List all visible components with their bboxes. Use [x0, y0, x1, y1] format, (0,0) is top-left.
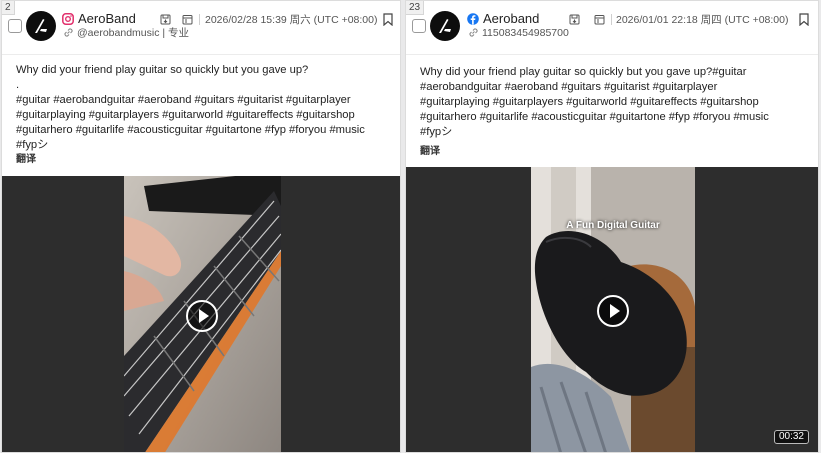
save-icon[interactable] — [160, 14, 171, 25]
bookmark-icon[interactable] — [383, 13, 393, 26]
video-preview[interactable]: A Fun Digital Guitar 00:32 — [406, 167, 818, 452]
post-card: 2 AeroBand @aerobandmusic | 专业 2026/02/2… — [1, 0, 401, 453]
play-button[interactable] — [186, 300, 218, 332]
account-handle: @aerobandmusic | 专业 — [77, 27, 190, 39]
post-text: Why did your friend play guitar so quick… — [420, 66, 769, 138]
translate-link[interactable]: 翻译 — [16, 154, 36, 166]
calendar-icon[interactable] — [182, 14, 193, 25]
post-text: Why did your friend play guitar so quick… — [16, 64, 365, 151]
avatar[interactable] — [430, 11, 460, 41]
divider — [611, 14, 612, 25]
video-preview[interactable] — [2, 176, 400, 452]
instagram-icon — [62, 13, 74, 25]
post-index: 2 — [2, 1, 15, 15]
bookmark-icon[interactable] — [799, 13, 809, 26]
link-icon — [64, 28, 73, 37]
post-index: 23 — [406, 1, 425, 15]
account-name[interactable]: Aeroband — [483, 12, 539, 26]
video-overlay-title: A Fun Digital Guitar — [566, 220, 660, 231]
divider — [199, 14, 200, 25]
translate-link[interactable]: 翻译 — [420, 146, 440, 158]
select-checkbox[interactable] — [412, 19, 426, 33]
save-icon[interactable] — [569, 14, 580, 25]
account-handle: 115083454985700 — [482, 27, 569, 39]
select-checkbox[interactable] — [8, 19, 22, 33]
calendar-icon[interactable] — [594, 14, 605, 25]
link-icon — [469, 28, 478, 37]
account-name[interactable]: AeroBand — [78, 12, 136, 26]
avatar[interactable] — [26, 11, 56, 41]
post-timestamp: 2026/02/28 15:39 周六 (UTC +08:00) — [205, 14, 378, 26]
facebook-icon — [467, 13, 479, 25]
play-button[interactable] — [597, 295, 629, 327]
header-divider — [2, 54, 400, 55]
video-duration: 00:32 — [773, 430, 809, 444]
post-card: 23 Aeroband 115083454985700 2026/01/01 2… — [405, 0, 819, 453]
header-divider — [406, 54, 818, 55]
post-timestamp: 2026/01/01 22:18 周四 (UTC +08:00) — [616, 14, 789, 26]
